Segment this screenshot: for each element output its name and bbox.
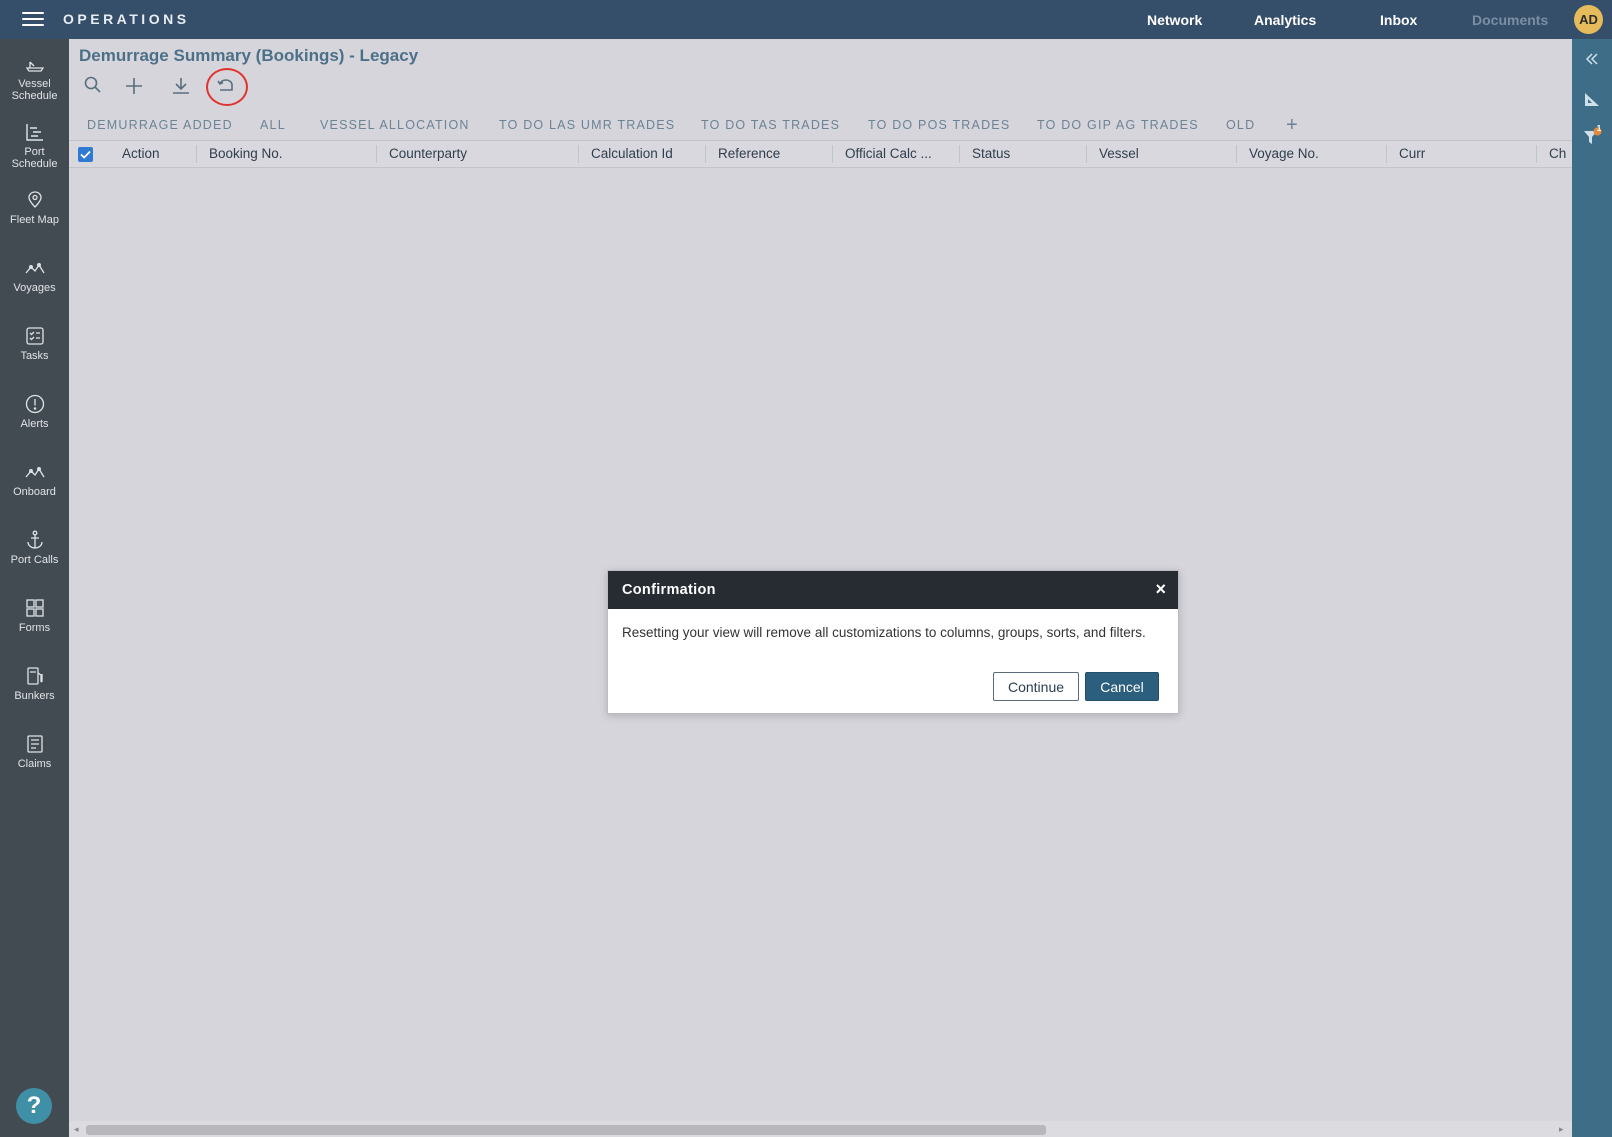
- horizontal-scrollbar[interactable]: ◂ ▸: [69, 1121, 1572, 1137]
- scroll-left-icon[interactable]: ◂: [74, 1124, 79, 1135]
- nav-inbox[interactable]: Inbox: [1380, 12, 1417, 28]
- search-icon[interactable]: [82, 75, 104, 97]
- alert-icon: [25, 394, 44, 414]
- checklist-icon: [25, 327, 44, 345]
- gantt-icon: [25, 124, 43, 141]
- nav-documents: Documents: [1472, 12, 1549, 28]
- dialog-message: Resetting your view will remove all cust…: [622, 625, 1146, 640]
- ship-icon: [25, 61, 44, 72]
- column-header-booking-no[interactable]: Booking No.: [196, 141, 376, 167]
- tab-to-do-pos-trades[interactable]: TO DO POS TRADES: [868, 118, 1010, 132]
- select-all-checkbox[interactable]: [78, 147, 93, 162]
- column-header-calculation-id[interactable]: Calculation Id: [578, 141, 705, 167]
- right-rail: 1: [1572, 39, 1612, 1137]
- scroll-right-icon[interactable]: ▸: [1559, 1124, 1564, 1135]
- sidebar-item-label: Fleet Map: [10, 214, 59, 226]
- filter-badge: 1: [1596, 124, 1602, 133]
- continue-button[interactable]: Continue: [993, 672, 1079, 701]
- tab-to-do-tas-trades[interactable]: TO DO TAS TRADES: [701, 118, 840, 132]
- column-header-ch[interactable]: Ch: [1536, 141, 1572, 167]
- sidebar-item-label: Tasks: [20, 350, 49, 362]
- nav-analytics[interactable]: Analytics: [1254, 12, 1316, 28]
- sidebar-item-label: Claims: [17, 758, 52, 770]
- tab-old[interactable]: OLD: [1226, 118, 1255, 132]
- tab-vessel-allocation[interactable]: VESSEL ALLOCATION: [320, 118, 470, 132]
- sidebar-item-fleet-map[interactable]: Fleet Map: [0, 189, 69, 226]
- fuel-icon: [26, 667, 43, 685]
- grid-header: Action Booking No. Counterparty Calculat…: [69, 140, 1572, 168]
- avatar[interactable]: AD: [1574, 5, 1603, 34]
- add-icon[interactable]: [123, 75, 145, 97]
- column-header-voyage-no[interactable]: Voyage No.: [1236, 141, 1386, 167]
- sidebar-item-vessel-schedule[interactable]: Vessel Schedule: [0, 53, 69, 102]
- tab-to-do-las-umr-trades[interactable]: TO DO LAS UMR TRADES: [499, 118, 675, 132]
- nav-network[interactable]: Network: [1147, 12, 1202, 28]
- dialog-header: Confirmation ×: [608, 571, 1178, 609]
- sidebar-item-alerts[interactable]: Alerts: [0, 393, 69, 430]
- cancel-button[interactable]: Cancel: [1085, 672, 1159, 701]
- claims-icon: [26, 735, 43, 753]
- sidebar-item-label: Bunkers: [14, 690, 55, 702]
- highlight-ring: [206, 68, 248, 106]
- app-title: OPERATIONS: [63, 11, 190, 27]
- dialog-title: Confirmation: [622, 582, 716, 598]
- sidebar-item-label: Voyages: [13, 282, 56, 294]
- menu-icon[interactable]: [22, 12, 44, 28]
- download-icon[interactable]: [170, 75, 192, 97]
- route-icon: [25, 263, 45, 274]
- tab-demurrage-added[interactable]: DEMURRAGE ADDED: [87, 118, 233, 132]
- sidebar-item-label: Vessel Schedule: [11, 78, 58, 102]
- column-header-reference[interactable]: Reference: [705, 141, 832, 167]
- sidebar-item-port-calls[interactable]: Port Calls: [0, 529, 69, 566]
- column-header-official-calc[interactable]: Official Calc ...: [832, 141, 959, 167]
- help-button[interactable]: ?: [16, 1088, 52, 1124]
- column-header-curr[interactable]: Curr: [1386, 141, 1536, 167]
- sidebar-item-onboard[interactable]: Onboard: [0, 461, 69, 498]
- sidebar-item-label: Alerts: [20, 418, 49, 430]
- map-pin-icon: [27, 191, 42, 208]
- route-icon: [25, 467, 45, 478]
- sidebar-item-voyages[interactable]: Voyages: [0, 257, 69, 294]
- ruler-icon[interactable]: [1582, 89, 1602, 109]
- column-header-status[interactable]: Status: [959, 141, 1086, 167]
- sidebar-item-label: Forms: [18, 622, 51, 634]
- page-title: Demurrage Summary (Bookings) - Legacy: [79, 46, 419, 65]
- sidebar-item-port-schedule[interactable]: Port Schedule: [0, 121, 69, 170]
- column-header-counterparty[interactable]: Counterparty: [376, 141, 578, 167]
- sidebar-item-label: Port Schedule: [11, 146, 58, 170]
- sidebar-item-bunkers[interactable]: Bunkers: [0, 665, 69, 702]
- collapse-left-icon[interactable]: [1582, 49, 1602, 69]
- sidebar-item-label: Onboard: [13, 486, 56, 498]
- scrollbar-thumb[interactable]: [86, 1125, 1046, 1135]
- forms-icon: [25, 599, 44, 617]
- sidebar-item-claims[interactable]: Claims: [0, 733, 69, 770]
- sidebar-item-tasks[interactable]: Tasks: [0, 325, 69, 362]
- check-icon: [80, 150, 91, 159]
- sidebar-item-label: Port Calls: [10, 554, 59, 566]
- anchor-icon: [26, 530, 43, 549]
- tab-all[interactable]: ALL: [260, 118, 286, 132]
- top-bar: OPERATIONS Network Analytics Inbox Docum…: [0, 0, 1612, 39]
- confirmation-dialog: Confirmation × Resetting your view will …: [607, 570, 1179, 714]
- view-tabs: DEMURRAGE ADDED ALL VESSEL ALLOCATION TO…: [69, 113, 1572, 141]
- left-sidebar: Vessel Schedule Port Schedule Fleet Map …: [0, 39, 69, 1137]
- tab-to-do-gip-ag-trades[interactable]: TO DO GIP AG TRADES: [1037, 118, 1199, 132]
- sidebar-item-forms[interactable]: Forms: [0, 597, 69, 634]
- add-tab-button[interactable]: +: [1286, 114, 1298, 137]
- close-icon[interactable]: ×: [1155, 580, 1166, 598]
- column-header-vessel[interactable]: Vessel: [1086, 141, 1236, 167]
